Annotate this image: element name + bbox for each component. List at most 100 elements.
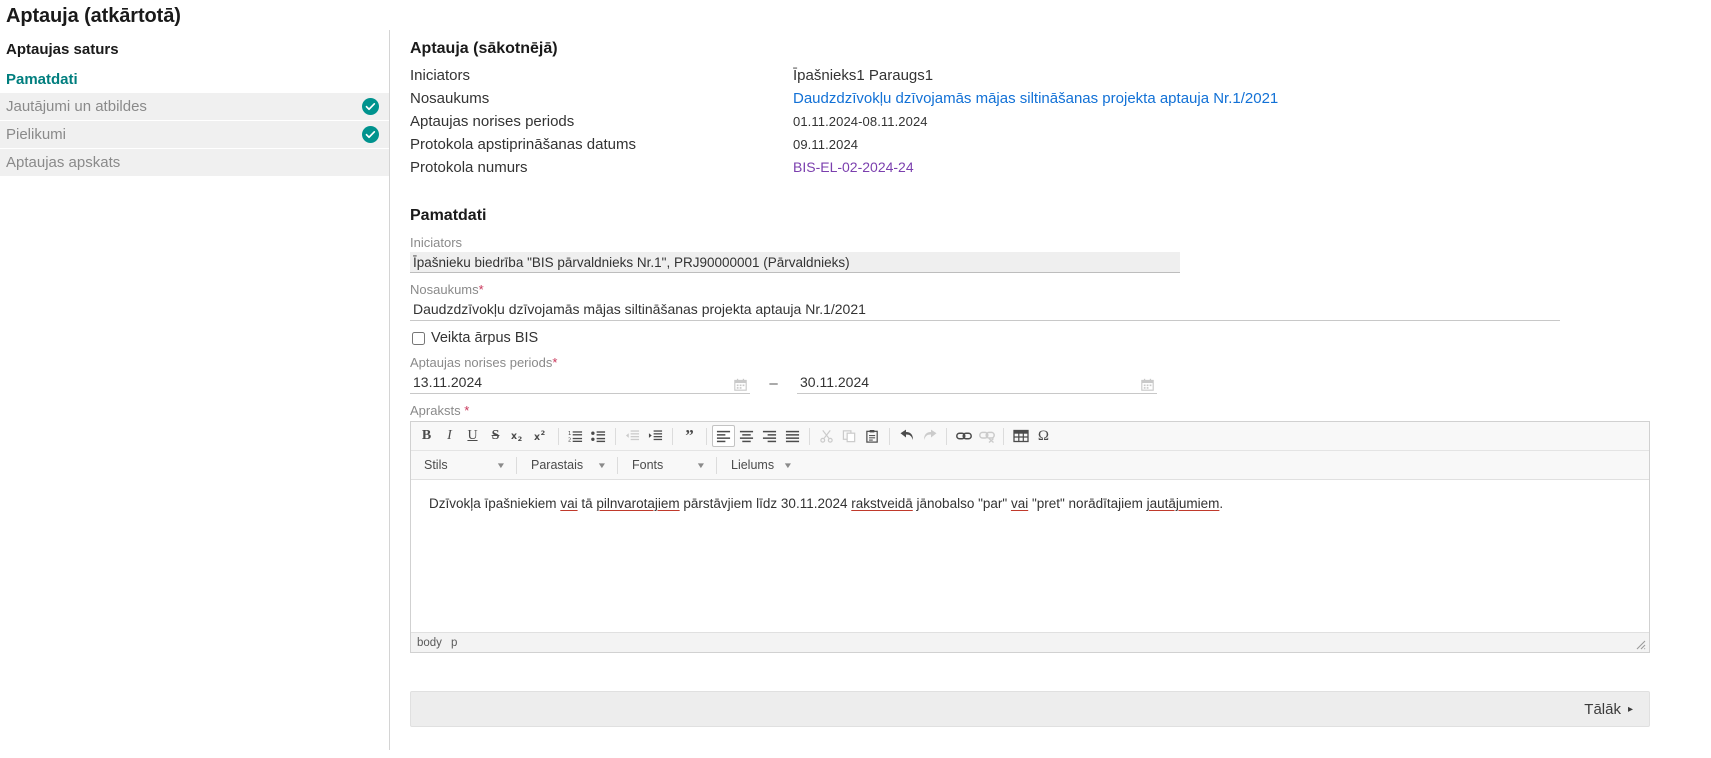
link-icon[interactable]	[952, 425, 975, 447]
sidebar-item-aptaujas-apskats[interactable]: Aptaujas apskats	[0, 149, 389, 176]
required-asterisk: *	[552, 355, 558, 370]
increase-indent-icon[interactable]	[644, 425, 667, 447]
field-iniciators: Iniciators	[410, 235, 1691, 273]
editor-paragraph: Dzīvokļa īpašniekiem vai tā pilnvarotaji…	[429, 494, 1631, 513]
calendar-icon[interactable]	[1141, 378, 1154, 391]
toolbar-separator	[558, 427, 559, 445]
page-layout: Aptaujas saturs Pamatdati Jautājumi un a…	[0, 30, 1711, 758]
toolbar-separator	[889, 427, 890, 445]
font-size-dropdown[interactable]: Lielums ▼	[722, 454, 796, 476]
table-icon[interactable]	[1009, 425, 1032, 447]
chevron-down-icon: ▼	[596, 460, 608, 470]
summary-label: Protokola numurs	[410, 159, 528, 176]
element-path-p[interactable]: p	[451, 637, 457, 649]
editor-text-mid-2: pārstāvjiem līdz 30.11.2024	[679, 496, 852, 511]
superscript-icon[interactable]: x2	[530, 425, 553, 447]
editor-text-suffix: .	[1219, 496, 1224, 511]
sidebar-item-label: Jautājumi un atbildes	[6, 98, 147, 115]
toolbar-separator	[615, 427, 616, 445]
toolbar-separator	[516, 456, 517, 474]
editor-content-area[interactable]: Dzīvokļa īpašniekiem vai tā pilnvarotaji…	[411, 480, 1649, 632]
summary-list: Iniciators Īpašnieks1 Paraugs1 Nosaukums…	[410, 66, 1691, 177]
svg-text:x: x	[534, 432, 540, 443]
italic-icon[interactable]: I	[438, 425, 461, 447]
special-character-icon[interactable]: Ω	[1032, 425, 1055, 447]
date-from-input[interactable]	[410, 372, 750, 394]
style-dropdown[interactable]: Stils ▼	[415, 454, 511, 476]
main-content: Aptauja (sākotnējā) Iniciators Īpašnieks…	[390, 30, 1711, 727]
svg-text:x: x	[511, 431, 517, 442]
field-veikta-arpus-bis: Veikta ārpus BIS	[412, 330, 1691, 346]
editor-text-mid-1: tā	[577, 496, 597, 511]
bulleted-list-icon[interactable]	[587, 425, 610, 447]
toolbar-separator	[716, 456, 717, 474]
field-label-text: Aptaujas norises periods	[410, 355, 553, 370]
summary-value: Īpašnieks1 Paraugs1	[793, 67, 934, 84]
toolbar-separator	[1003, 427, 1004, 445]
toolbar-separator	[672, 427, 673, 445]
sidebar-item-pamatdati[interactable]: Pamatdati	[0, 66, 389, 92]
undo-icon[interactable]	[895, 425, 918, 447]
chevron-right-icon: ▸	[1627, 703, 1633, 715]
iniciators-input[interactable]	[410, 252, 1180, 273]
decrease-indent-icon[interactable]	[621, 425, 644, 447]
element-path-body[interactable]: body	[417, 637, 442, 649]
date-range-separator: –	[769, 375, 778, 392]
check-circle-icon	[362, 98, 379, 115]
cut-icon[interactable]	[815, 425, 838, 447]
rich-text-editor: B I U S x2 x2 12 ” Ω Stils ▼ Parastais ▼…	[410, 421, 1650, 653]
check-circle-icon	[362, 126, 379, 143]
summary-row-iniciators: Iniciators Īpašnieks1 Paraugs1	[410, 66, 1691, 85]
protocol-number-link[interactable]: BIS-EL-02-2024-24	[793, 158, 914, 177]
next-button[interactable]: Tālāk ▸	[1582, 699, 1635, 720]
toolbar-separator	[617, 456, 618, 474]
field-label-norises-periods: Aptaujas norises periods*	[410, 355, 1691, 371]
svg-text:2: 2	[541, 429, 546, 437]
date-to-input[interactable]	[797, 372, 1157, 394]
calendar-icon[interactable]	[734, 378, 747, 391]
underline-icon[interactable]: U	[461, 425, 484, 447]
sidebar-heading: Aptaujas saturs	[6, 41, 119, 58]
veikta-arpus-bis-label[interactable]: Veikta ārpus BIS	[431, 330, 538, 346]
sidebar-item-jautajumi-un-atbildes[interactable]: Jautājumi un atbildes	[0, 93, 389, 120]
format-dropdown[interactable]: Parastais ▼	[522, 454, 612, 476]
svg-text:1: 1	[568, 431, 571, 437]
survey-name-link[interactable]: Daudzdzīvokļu dzīvojamās mājas siltināša…	[793, 89, 1278, 108]
nosaukums-input[interactable]	[410, 299, 1560, 321]
paste-icon[interactable]	[861, 425, 884, 447]
sidebar-item-pielikumi[interactable]: Pielikumi	[0, 121, 389, 148]
date-from-wrap	[410, 372, 750, 394]
align-justify-icon[interactable]	[781, 425, 804, 447]
field-label-text: Apraksts	[410, 403, 461, 418]
block-quote-icon[interactable]: ”	[678, 425, 701, 447]
unlink-icon[interactable]	[975, 425, 998, 447]
strikethrough-icon[interactable]: S	[484, 425, 507, 447]
chevron-down-icon: ▼	[495, 460, 507, 470]
summary-title: Aptauja (sākotnējā)	[410, 40, 558, 57]
numbered-list-icon[interactable]: 12	[564, 425, 587, 447]
editor-text-spellcheck-2: pilnvarotajiem	[596, 496, 680, 511]
bold-icon[interactable]: B	[415, 425, 438, 447]
editor-text-mid-3: jānobalso "par"	[912, 496, 1011, 511]
editor-resize-handle[interactable]	[1635, 639, 1646, 650]
veikta-arpus-bis-checkbox[interactable]	[412, 331, 425, 345]
next-button-label: Tālāk	[1584, 700, 1621, 718]
font-size-dropdown-label: Lielums	[731, 458, 775, 472]
summary-label: Aptaujas norises periods	[410, 113, 575, 130]
summary-value: 01.11.2024-08.11.2024	[793, 114, 928, 129]
align-center-icon[interactable]	[735, 425, 758, 447]
field-label-nosaukums: Nosaukums*	[410, 282, 1691, 298]
align-left-icon[interactable]	[712, 425, 735, 447]
field-nosaukums: Nosaukums*	[410, 282, 1691, 321]
toolbar-separator	[706, 427, 707, 445]
editor-text-spellcheck-1: vai	[560, 496, 578, 511]
subscript-icon[interactable]: x2	[507, 425, 530, 447]
field-label-apraksts: Apraksts *	[410, 403, 1691, 419]
redo-icon[interactable]	[918, 425, 941, 447]
field-label-iniciators: Iniciators	[410, 235, 463, 250]
copy-icon[interactable]	[838, 425, 861, 447]
editor-text-mid-4: "pret" norādītajiem	[1028, 496, 1147, 511]
font-dropdown[interactable]: Fonts ▼	[623, 454, 711, 476]
align-right-icon[interactable]	[758, 425, 781, 447]
summary-row-protokola-numurs: Protokola numurs BIS-EL-02-2024-24	[410, 158, 1691, 177]
